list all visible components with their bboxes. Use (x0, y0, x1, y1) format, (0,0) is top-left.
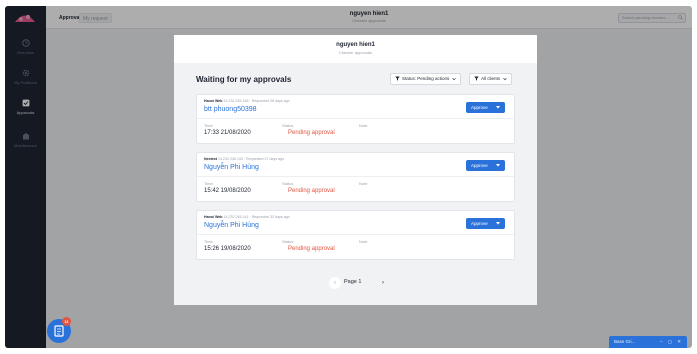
pagination: ‹ Page 1 › (174, 276, 537, 290)
request-age: Requested 28 days ago (251, 99, 290, 103)
chat-widget-tab[interactable]: Base Gri... – ▢ ✕ (609, 336, 687, 348)
modal-header: nguyen hien1 Checker approvals (174, 35, 537, 63)
next-page-button[interactable]: › (377, 277, 389, 289)
page-label: Page 1 (344, 279, 362, 285)
chevron-down-icon (503, 77, 507, 81)
request-age: Requested 27 days ago (246, 157, 285, 161)
request-source: Nextest (204, 157, 217, 161)
clients-filter-dropdown[interactable]: All clients (469, 73, 513, 85)
request-source: Hanoi Web (204, 215, 223, 219)
filter-icon (395, 76, 400, 81)
request-time: 17:33 21/08/2020 (204, 130, 251, 136)
approvals-modal: nguyen hien1 Checker approvals Waiting f… (174, 35, 537, 305)
note-label: Note (359, 181, 368, 186)
request-source: Hanoi Web (204, 99, 223, 103)
request-ip: 14.232.245.141 (223, 215, 249, 219)
approve-button[interactable]: Approve (466, 160, 505, 171)
requester-name-link[interactable]: btt phuong50398 (204, 106, 257, 113)
time-label: Time (204, 239, 213, 244)
status-label: Status (282, 181, 294, 186)
time-label: Time (204, 181, 213, 186)
time-label: Time (204, 123, 213, 128)
note-label: Note (359, 123, 368, 128)
approve-button[interactable]: Approve (466, 218, 505, 229)
notification-badge: 11 (62, 317, 71, 326)
request-ip: 14.232.245.143 (217, 157, 243, 161)
approve-label: Approve (471, 105, 488, 110)
status-filter-dropdown[interactable]: Status: Pending actions (390, 73, 462, 85)
approval-card: Hanoi Web 14.232.245.148 · Requested 28 … (196, 94, 515, 144)
request-time: 15:26 19/08/2020 (204, 246, 251, 252)
clients-filter-label: All clients (481, 76, 501, 81)
prev-page-button[interactable]: ‹ (329, 277, 341, 289)
request-time: 15:42 19/08/2020 (204, 188, 251, 194)
approval-card: Hanoi Web 14.232.245.141 · Requested 32 … (196, 210, 515, 260)
divider (197, 118, 514, 119)
request-status: Pending approval (288, 130, 335, 136)
caret-down-icon (496, 164, 500, 167)
modal-title: nguyen hien1 (336, 42, 375, 48)
status-label: Status (282, 123, 294, 128)
request-meta: Hanoi Web 14.232.245.141 · Requested 32 … (204, 215, 290, 219)
filter-icon (474, 76, 479, 81)
requester-name-link[interactable]: Nguyễn Phi Hùng (204, 222, 259, 229)
chat-widget-label: Base Gri... (614, 339, 636, 344)
request-age: Requested 32 days ago (251, 215, 290, 219)
request-ip: 14.232.245.148 (223, 99, 249, 103)
caret-down-icon (496, 106, 500, 109)
request-meta: Nextest 14.232.245.143 · Requested 27 da… (204, 157, 285, 161)
request-status: Pending approval (288, 246, 335, 252)
divider (197, 176, 514, 177)
caret-down-icon (496, 222, 500, 225)
chevron-down-icon (452, 77, 457, 81)
modal-subtitle: Checker approvals (338, 50, 373, 55)
approve-label: Approve (471, 221, 488, 226)
requester-name-link[interactable]: Nguyễn Phi Hùng (204, 164, 259, 171)
chat-widget-controls[interactable]: – ▢ ✕ (660, 336, 683, 348)
approve-label: Approve (471, 163, 488, 168)
status-filter-label: Status: Pending actions (402, 76, 450, 81)
section-title: Waiting for my approvals (196, 75, 292, 84)
status-label: Status (282, 239, 294, 244)
request-status: Pending approval (288, 188, 335, 194)
approve-button[interactable]: Approve (466, 102, 505, 113)
note-label: Note (359, 239, 368, 244)
approval-card: Nextest 14.232.245.143 · Requested 27 da… (196, 152, 515, 202)
divider (197, 234, 514, 235)
app-window: Overview My Positions Approvals Maintena… (5, 6, 692, 348)
request-meta: Hanoi Web 14.232.245.148 · Requested 28 … (204, 99, 290, 103)
